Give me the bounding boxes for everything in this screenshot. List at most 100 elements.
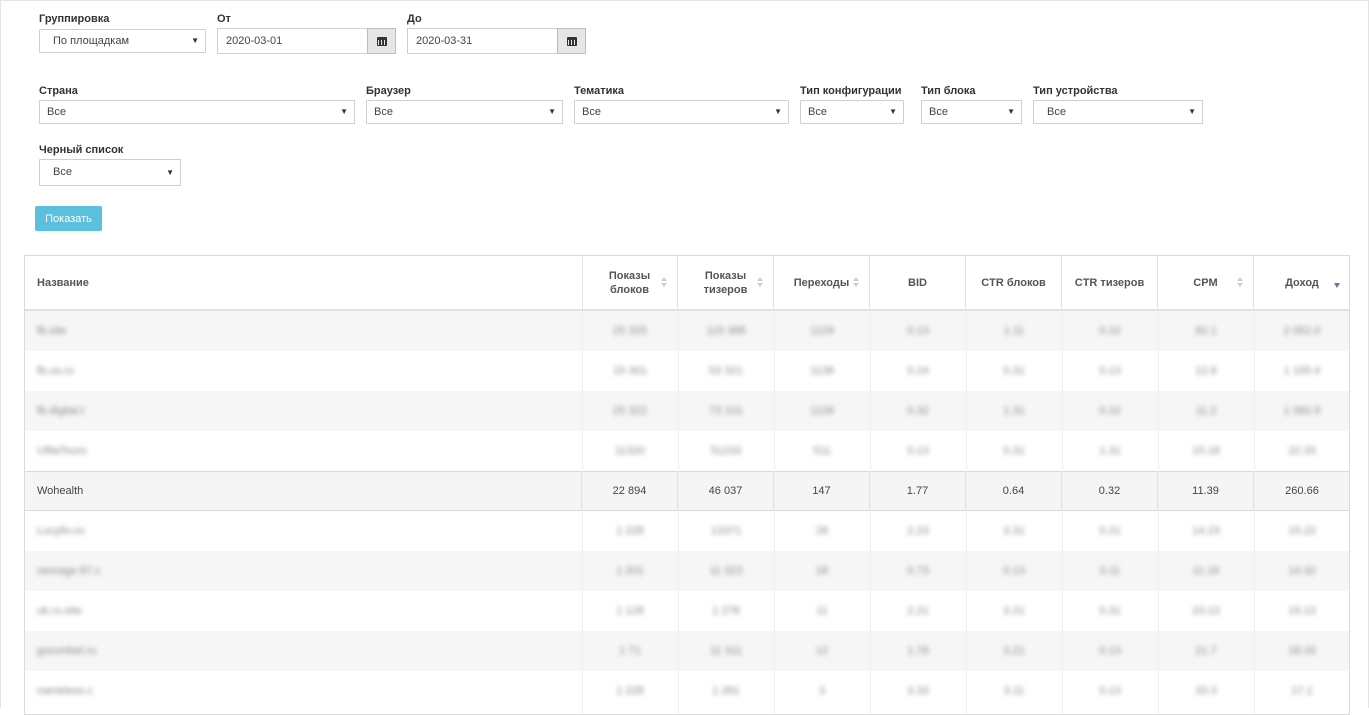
to-date-input[interactable]: 2020-03-31 [407,28,559,54]
device-type-select[interactable]: Все ▼ [1033,100,1203,124]
table-cell: 28 [774,511,870,551]
table-cell: 1 228 [582,511,678,551]
column-header-ctr-teasers[interactable]: CTR тизеров [1062,256,1158,309]
table-cell: 3.21 [966,631,1062,671]
row-value-cell: 1 228 [616,525,644,537]
table-cell: 11 311 [678,631,774,671]
column-header-teaser-impressions[interactable]: Показы тизеров [678,256,774,309]
table-cell: 1138 [774,351,870,391]
config-type-select[interactable]: Все ▼ [800,100,904,124]
block-type-select[interactable]: Все ▼ [921,100,1022,124]
table-cell: 18.33 [1254,631,1349,671]
row-value-cell: 11.2 [1195,405,1217,417]
row-value-cell: 1.78 [907,645,929,657]
frame-top [0,0,1369,1]
table-cell: 3.31 [966,511,1062,551]
row-value-cell: 1.31 [1003,405,1025,417]
row-value-cell: 2 052.0 [1283,325,1321,337]
table-cell: 11 [774,591,870,631]
row-value-cell: 11.16 [1192,565,1220,577]
row-value-cell: 0.13 [907,325,929,337]
table-cell: 1 71 [582,631,678,671]
table-row[interactable]: fb.site 25 325 115 388 1129 0.13 1.11 0.22 82.1… [25,311,1349,351]
row-value-cell: 0.13 [1099,365,1121,377]
table-cell: 14.23 [1158,511,1254,551]
table-row[interactable]: gurumbet.ru 1 71 11 311 12 1.78 3.21 0.13 21.7 1… [25,631,1349,671]
row-value-cell: 14.23 [1192,525,1220,537]
table-row[interactable]: fb.digital.t 25 322 73 101 1128 0.32 1.31 0.22… [25,391,1349,431]
row-value-cell: 53 321 [709,365,743,377]
table-cell: 115 388 [678,311,774,351]
row-value-cell: 11320 [615,445,645,457]
column-separator [1062,311,1063,714]
row-value-cell: 1 201 [616,565,644,577]
column-header-block-impressions[interactable]: Показы блоков [582,256,678,309]
column-header-cpm[interactable]: CPM [1158,256,1254,309]
table-row[interactable]: fb.us.ru 15 301 53 321 1138 0.24 0.31 0.13 12.8… [25,351,1349,391]
table-cell: 0.13 [1062,631,1158,671]
grouping-select[interactable]: По площадкам ▼ [39,29,206,53]
row-value-cell: 1 228 [616,685,644,697]
column-header-clicks[interactable]: Переходы [774,256,870,309]
row-value-cell: 0.31 [1003,365,1025,377]
table-cell: 1 228 [582,671,678,711]
row-value-cell: 12.8 [1195,365,1217,377]
row-value-cell: 1 278 [712,605,740,617]
table-row[interactable]: nameless.c 1 228 1 281 3 3.33 3.11 0.13 33.3 17.… [25,671,1349,711]
row-value-cell: 0.22 [1099,405,1121,417]
browser-select[interactable]: Все ▼ [366,100,563,124]
sort-icon [757,277,763,287]
row-value-cell: 0.24 [907,365,929,377]
country-select[interactable]: Все ▼ [39,100,355,124]
row-value-cell: 12 [815,645,829,657]
from-date-input[interactable]: 2020-03-01 [217,28,369,54]
table-cell: 2.21 [870,591,966,631]
table-cell: 51233 [678,431,774,471]
row-value-cell: 1.31 [1099,445,1121,457]
column-header-bid[interactable]: BID [870,256,966,309]
grouping-label: Группировка [39,13,110,25]
config-type-value: Все [808,106,827,118]
from-calendar-button[interactable] [367,28,396,54]
show-button[interactable]: Показать [35,206,102,231]
country-label: Страна [39,85,78,97]
row-value-cell: 19.13 [1288,605,1316,617]
row-name-cell: uk.ru.site [37,605,82,617]
row-value-cell: 3.31 [1003,525,1025,537]
table-cell: 3.11 [966,671,1062,711]
table-cell: 0.13 [1062,351,1158,391]
row-name-cell: zenrage.87.c [37,565,101,577]
row-value-cell: 1129 [810,325,834,337]
row-value-cell: 3.33 [907,685,929,697]
table-cell: 22 894 [582,472,678,510]
table-cell: 11.2 [1158,391,1254,431]
column-separator [1158,311,1159,714]
sort-icon [853,277,859,287]
column-header-ctr-blocks[interactable]: CTR блоков [966,256,1062,309]
table-row[interactable]: Lucyliv.co 1 228 13371 28 2.23 3.31 0.21 14.23 1… [25,511,1349,551]
table-row[interactable]: zenrage.87.c 1 201 11 323 18 0.73 0.13 0.11 11.… [25,551,1349,591]
blacklist-select[interactable]: Все ▼ [39,159,181,186]
column-header-name[interactable]: Название [25,256,583,309]
device-type-value: Все [1047,106,1066,118]
column-header-income[interactable]: Доход [1254,256,1349,309]
table-row[interactable]: Wohealth 22 894 46 037 147 1.77 0.64 0.32 11.39… [25,471,1349,511]
table-cell: 25 325 [582,311,678,351]
row-value-cell: 11 [816,605,828,617]
table-cell: 21.7 [1158,631,1254,671]
table-cell: 0.31 [1062,591,1158,631]
row-value-cell: 0.11 [1099,565,1121,577]
row-value-cell: 3 [818,685,826,697]
table-row[interactable]: UfitaTours 11320 51233 511 0.13 0.31 1.31 15.18… [25,431,1349,471]
table-row[interactable]: uk.ru.site 1 128 1 278 11 2.21 3.21 0.31 23.13 1… [25,591,1349,631]
theme-select[interactable]: Все ▼ [574,100,789,124]
row-value-cell: 18 [815,565,829,577]
row-value-cell: 115 388 [706,325,746,337]
row-value-cell: 1.77 [906,485,929,497]
row-value-cell: 3.11 [1003,685,1025,697]
to-calendar-button[interactable] [557,28,586,54]
row-value-cell: 260.66 [1285,485,1319,497]
table-cell: 0.22 [1062,391,1158,431]
row-value-cell: 13371 [710,525,742,537]
row-value-cell: 0.21 [1099,525,1121,537]
